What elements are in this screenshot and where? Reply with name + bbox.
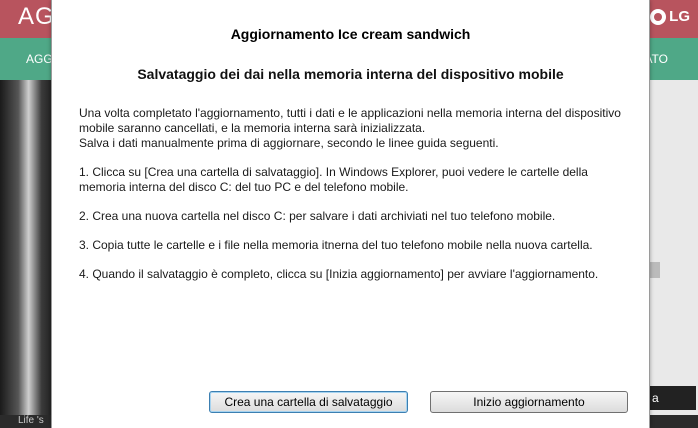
lg-logo-icon bbox=[650, 8, 667, 25]
intro-paragraph: Una volta completato l'aggiornamento, tu… bbox=[79, 106, 627, 151]
background-photo bbox=[0, 80, 52, 415]
intro-line-1: Una volta completato l'aggiornamento, tu… bbox=[79, 106, 621, 135]
step-2: 2. Crea una nuova cartella nel disco C: … bbox=[79, 209, 556, 223]
dialog-title: Aggiornamento Ice cream sandwich bbox=[230, 26, 471, 42]
intro-line-2: Salva i dati manualmente prima di aggior… bbox=[79, 136, 499, 150]
step-4: 4. Quando il salvataggio è completo, cli… bbox=[79, 267, 599, 281]
create-backup-folder-button[interactable]: Crea una cartella di salvataggio bbox=[209, 391, 408, 413]
footer-text: Life 's bbox=[18, 415, 44, 426]
dialog-body: Una volta completato l'aggiornamento, tu… bbox=[79, 106, 627, 296]
step-1: 1. Clicca su [Crea una cartella di salva… bbox=[79, 165, 588, 194]
dialog-heading: Salvataggio dei dai nella memoria intern… bbox=[137, 66, 564, 82]
background-right-panel bbox=[648, 80, 698, 428]
background-button[interactable]: a bbox=[648, 386, 696, 410]
step-3: 3. Copia tutte le cartelle e i file nell… bbox=[79, 238, 593, 252]
lg-logo-text: LG bbox=[669, 8, 690, 25]
start-update-button[interactable]: Inizio aggiornamento bbox=[430, 391, 628, 413]
update-dialog: Aggiornamento Ice cream sandwich Salvata… bbox=[51, 0, 650, 428]
lg-logo: LG bbox=[650, 8, 690, 25]
